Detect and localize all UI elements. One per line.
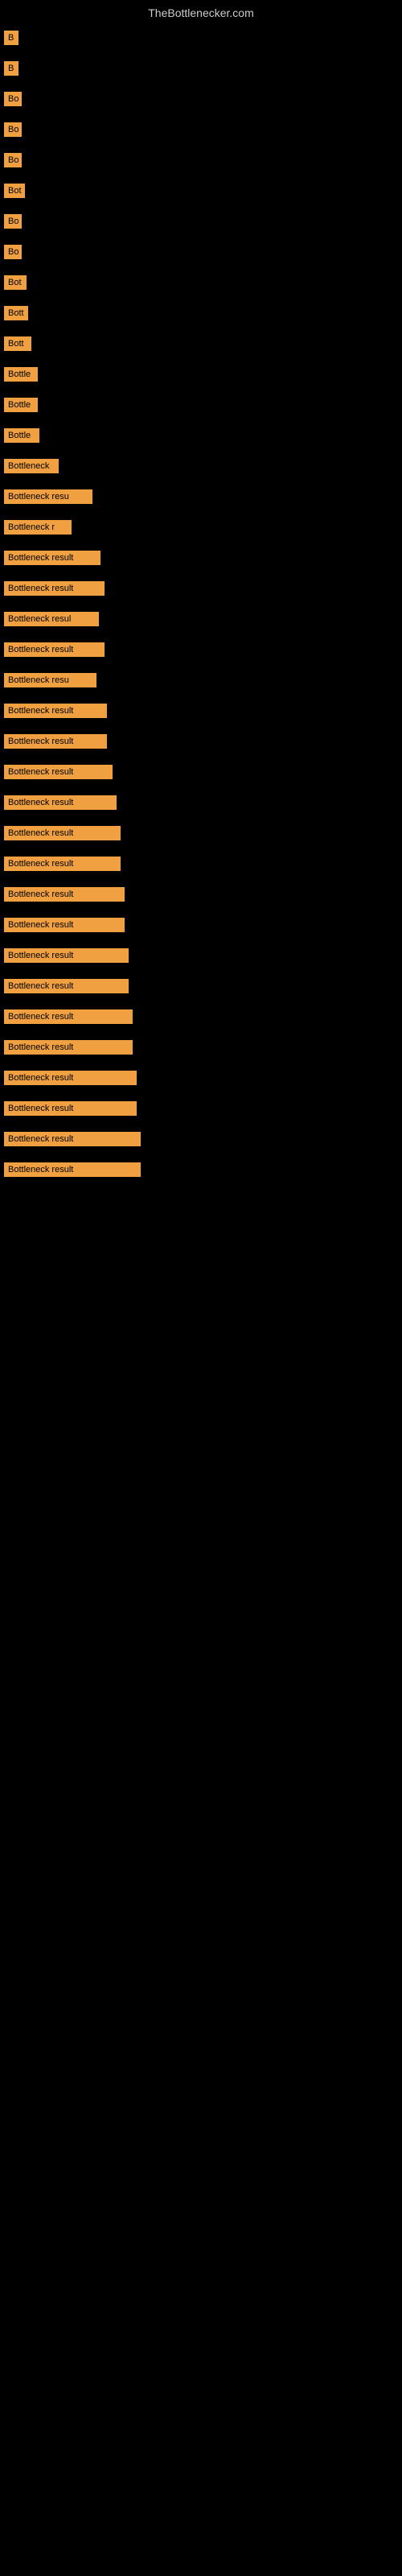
list-item: Bo bbox=[0, 145, 402, 175]
list-item: Bottleneck result bbox=[0, 1001, 402, 1032]
bottleneck-result-label: B bbox=[4, 31, 18, 45]
list-item: Bottleneck result bbox=[0, 1154, 402, 1185]
list-item: Bottleneck result bbox=[0, 848, 402, 879]
list-item: Bottleneck result bbox=[0, 1093, 402, 1124]
list-item: Bot bbox=[0, 175, 402, 206]
list-item: Bottle bbox=[0, 390, 402, 420]
bottleneck-result-label: Bottleneck result bbox=[4, 918, 125, 932]
list-item: Bo bbox=[0, 206, 402, 237]
bottleneck-result-label: Bottle bbox=[4, 367, 38, 382]
bottleneck-result-label: Bottle bbox=[4, 398, 38, 412]
list-item: Bottleneck resu bbox=[0, 481, 402, 512]
list-item: Bo bbox=[0, 237, 402, 267]
bottleneck-result-label: Bottleneck bbox=[4, 459, 59, 473]
list-item: Bottleneck result bbox=[0, 1032, 402, 1063]
list-item: Bottleneck r bbox=[0, 512, 402, 543]
bottleneck-result-label: Bo bbox=[4, 245, 22, 259]
bottleneck-result-label: Bott bbox=[4, 336, 31, 351]
bottleneck-result-label: Bott bbox=[4, 306, 28, 320]
bottleneck-result-label: Bottleneck result bbox=[4, 979, 129, 993]
list-item: Bottleneck result bbox=[0, 757, 402, 787]
bottleneck-result-label: Bottleneck result bbox=[4, 642, 105, 657]
list-item: Bottleneck result bbox=[0, 940, 402, 971]
bottleneck-result-label: Bottleneck resu bbox=[4, 489, 92, 504]
bottleneck-result-label: Bottleneck result bbox=[4, 704, 107, 718]
bottleneck-result-label: Bottleneck resul bbox=[4, 612, 99, 626]
bottleneck-result-label: Bottleneck result bbox=[4, 826, 121, 840]
list-item: Bottleneck resul bbox=[0, 604, 402, 634]
list-item: Bottleneck result bbox=[0, 634, 402, 665]
bottleneck-result-label: Bottleneck result bbox=[4, 857, 121, 871]
list-item: Bottleneck result bbox=[0, 1124, 402, 1154]
bottleneck-result-label: Bottleneck resu bbox=[4, 673, 96, 687]
bottleneck-result-label: Bo bbox=[4, 153, 22, 167]
bottleneck-result-label: Bottleneck result bbox=[4, 1071, 137, 1085]
list-item: Bottleneck result bbox=[0, 726, 402, 757]
list-item: B bbox=[0, 53, 402, 84]
bottleneck-result-label: Bottleneck result bbox=[4, 887, 125, 902]
list-item: Bottle bbox=[0, 359, 402, 390]
bottleneck-result-label: Bottleneck r bbox=[4, 520, 72, 535]
list-item: Bottleneck result bbox=[0, 971, 402, 1001]
bottleneck-result-label: Bot bbox=[4, 275, 27, 290]
list-item: Bottleneck result bbox=[0, 573, 402, 604]
bottleneck-result-label: B bbox=[4, 61, 18, 76]
bottleneck-result-label: Bo bbox=[4, 92, 22, 106]
bottleneck-result-label: Bottle bbox=[4, 428, 39, 443]
bottleneck-result-label: Bottleneck result bbox=[4, 551, 100, 565]
list-item: Bo bbox=[0, 114, 402, 145]
list-item: Bott bbox=[0, 298, 402, 328]
bottleneck-result-label: Bottleneck result bbox=[4, 1162, 141, 1177]
bottleneck-result-label: Bottleneck result bbox=[4, 1040, 133, 1055]
bottleneck-result-label: Bottleneck result bbox=[4, 1009, 133, 1024]
bottleneck-result-label: Bottleneck result bbox=[4, 765, 113, 779]
list-item: Bottle bbox=[0, 420, 402, 451]
bottleneck-result-label: Bottleneck result bbox=[4, 734, 107, 749]
bottleneck-result-label: Bottleneck result bbox=[4, 948, 129, 963]
list-item: Bottleneck resu bbox=[0, 665, 402, 696]
list-item: Bott bbox=[0, 328, 402, 359]
list-item: B bbox=[0, 23, 402, 53]
list-item: Bot bbox=[0, 267, 402, 298]
bottleneck-result-label: Bo bbox=[4, 122, 22, 137]
site-title: TheBottlenecker.com bbox=[0, 0, 402, 23]
list-item: Bottleneck result bbox=[0, 1063, 402, 1093]
bottleneck-result-label: Bottleneck result bbox=[4, 1132, 141, 1146]
bottleneck-result-label: Bo bbox=[4, 214, 22, 229]
list-item: Bottleneck result bbox=[0, 879, 402, 910]
list-item: Bottleneck result bbox=[0, 787, 402, 818]
list-item: Bottleneck bbox=[0, 451, 402, 481]
bottleneck-result-label: Bottleneck result bbox=[4, 795, 117, 810]
bottleneck-result-label: Bot bbox=[4, 184, 25, 198]
list-item: Bo bbox=[0, 84, 402, 114]
list-item: Bottleneck result bbox=[0, 818, 402, 848]
list-item: Bottleneck result bbox=[0, 543, 402, 573]
list-item: Bottleneck result bbox=[0, 696, 402, 726]
bottleneck-result-label: Bottleneck result bbox=[4, 581, 105, 596]
bottleneck-result-label: Bottleneck result bbox=[4, 1101, 137, 1116]
list-item: Bottleneck result bbox=[0, 910, 402, 940]
